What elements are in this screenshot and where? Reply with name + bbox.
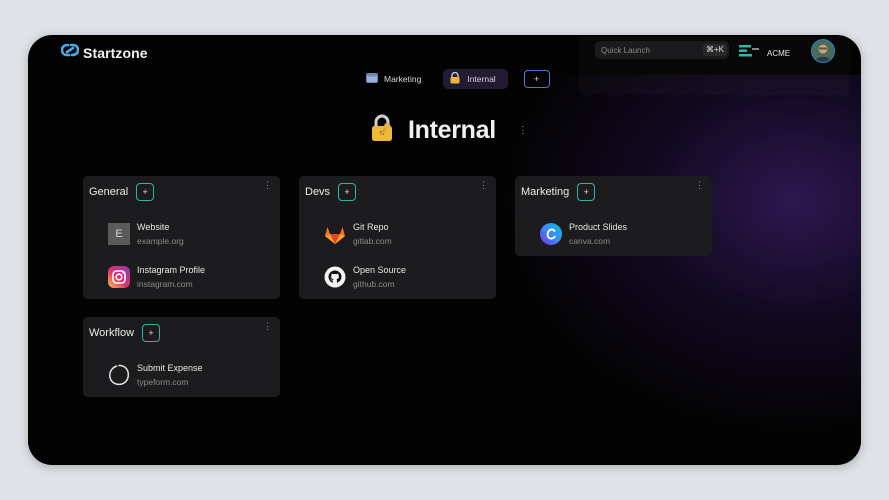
lock-key-icon xyxy=(449,71,461,86)
link-item[interactable]: Git Repo gitlab.com xyxy=(323,222,392,246)
group-more-icon[interactable]: ⋮ xyxy=(479,180,488,191)
link-item[interactable]: Submit Expense typeform.com xyxy=(107,363,203,387)
group-more-icon[interactable]: ⋮ xyxy=(263,180,272,191)
group-title: Marketing xyxy=(521,186,570,198)
link-name: Product Slides xyxy=(569,222,628,232)
tab-internal[interactable]: Internal xyxy=(443,69,508,89)
link-item[interactable]: Open Source github.com xyxy=(323,265,406,289)
typeform-icon xyxy=(107,363,131,387)
link-url: github.com xyxy=(353,279,395,289)
app-window: Startzone ⌘+K ACME xyxy=(28,35,861,465)
card-header: Devs + xyxy=(305,182,490,202)
link-item[interactable]: Instagram Profile instagram.com xyxy=(107,265,205,289)
app-name: Startzone xyxy=(83,44,148,61)
user-avatar[interactable] xyxy=(811,39,835,63)
page-title: Internal xyxy=(408,116,496,144)
link-url: example.org xyxy=(137,236,184,246)
link-url: instagram.com xyxy=(137,279,193,289)
link-url: gitlab.com xyxy=(353,236,392,246)
group-card-workflow: Workflow + ⋮ Submit Expense typeform.com xyxy=(83,317,280,397)
add-link-button[interactable]: + xyxy=(338,183,357,201)
group-title: General xyxy=(89,186,129,198)
add-link-button[interactable]: + xyxy=(136,183,155,201)
group-card-general: General + ⋮ E Website example.org Instag… xyxy=(83,176,280,299)
group-more-icon[interactable]: ⋮ xyxy=(263,321,272,332)
org-switcher[interactable]: ACME xyxy=(739,44,790,62)
group-more-icon[interactable]: ⋮ xyxy=(695,180,704,191)
window-icon xyxy=(366,73,378,85)
app-logo[interactable]: Startzone xyxy=(60,43,148,62)
link-name: Website xyxy=(137,222,170,232)
quick-launch[interactable]: ⌘+K xyxy=(595,41,729,59)
group-title: Workflow xyxy=(89,327,135,339)
tab-label: Internal xyxy=(467,74,496,84)
page-more-icon[interactable]: ⋮ xyxy=(518,125,528,136)
quick-launch-input[interactable] xyxy=(595,44,693,56)
card-header: General + xyxy=(89,182,274,202)
canva-icon xyxy=(539,222,563,246)
link-name: Open Source xyxy=(353,265,407,275)
link-name: Git Repo xyxy=(353,222,389,232)
link-url: typeform.com xyxy=(137,377,189,387)
instagram-icon xyxy=(107,265,131,289)
link-name: Submit Expense xyxy=(137,363,203,373)
gitlab-icon xyxy=(323,222,347,246)
link-item[interactable]: Product Slides canva.com xyxy=(539,222,627,246)
group-card-devs: Devs + ⋮ Git Repo gitlab.com Open Source… xyxy=(299,176,496,299)
page-heading: Internal ⋮ xyxy=(368,113,528,148)
group-title: Devs xyxy=(305,186,331,198)
card-header: Workflow + xyxy=(89,323,274,343)
group-card-marketing: Marketing + ⋮ Product Slides canva.com xyxy=(515,176,712,256)
tab-label: Marketing xyxy=(384,74,422,84)
org-name: ACME xyxy=(767,48,791,58)
letter-e-icon: E xyxy=(107,222,131,246)
org-logo-icon xyxy=(739,44,759,62)
add-link-button[interactable]: + xyxy=(142,324,161,342)
add-link-button[interactable]: + xyxy=(577,183,596,201)
startzone-logo-icon xyxy=(60,43,80,62)
lock-key-icon xyxy=(368,113,398,148)
card-header: Marketing + xyxy=(521,182,706,202)
add-tab-button[interactable]: + xyxy=(523,70,550,88)
link-url: canva.com xyxy=(569,236,611,246)
tab-marketing[interactable]: Marketing xyxy=(360,69,433,89)
link-item[interactable]: E Website example.org xyxy=(107,222,184,246)
tab-bar: Marketing Internal + xyxy=(360,69,550,89)
link-name: Instagram Profile xyxy=(137,265,206,275)
shortcut-badge: ⌘+K xyxy=(702,44,727,56)
github-icon xyxy=(323,265,347,289)
